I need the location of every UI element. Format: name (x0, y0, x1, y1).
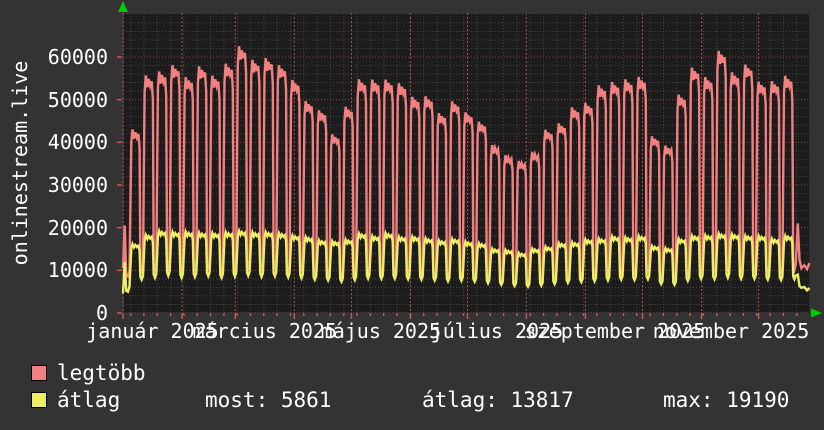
x-tick-label: május 2025 (321, 320, 441, 342)
y-tick-label: 60000 (0, 46, 108, 68)
legend-swatch-atlag (31, 392, 47, 408)
y-axis-arrow-icon (118, 1, 128, 12)
rrd-graph-screen: onlinestream.live 0100002000030000400005… (0, 0, 824, 430)
x-axis-arrow-icon (811, 309, 822, 318)
y-tick-label: 40000 (0, 131, 108, 153)
chart-plot-area (123, 13, 810, 313)
y-tick-label: 20000 (0, 217, 108, 239)
x-tick-label: november 2025 (653, 320, 810, 342)
legend-label-atlag: átlag (57, 389, 120, 411)
legend-label-legtobb: legtöbb (57, 362, 146, 384)
plot-background (123, 13, 810, 313)
stat-most: most: 5861 (205, 389, 331, 411)
y-tick-label: 30000 (0, 174, 108, 196)
y-tick-label: 10000 (0, 259, 108, 281)
x-tick-label: március 2025 (193, 320, 338, 342)
stat-max: max: 19190 (663, 389, 789, 411)
y-tick-label: 50000 (0, 89, 108, 111)
legend-swatch-legtobb (31, 365, 47, 381)
stat-atlag: átlag: 13817 (422, 389, 574, 411)
